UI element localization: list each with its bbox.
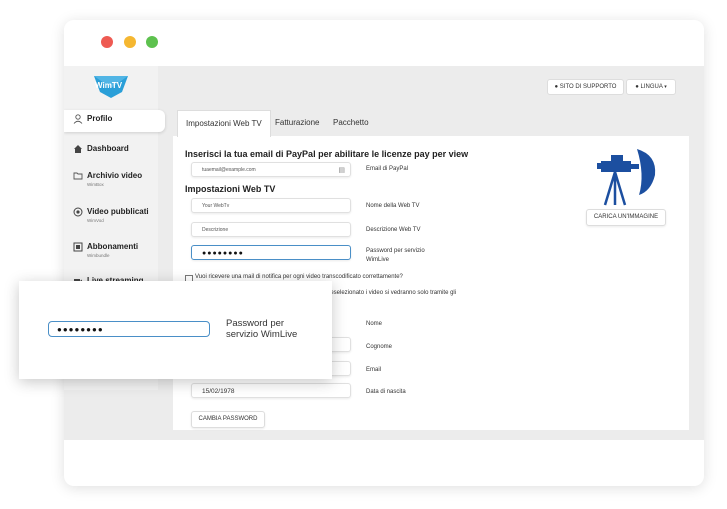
sidebar-item-sublabel: WimVod xyxy=(87,218,104,223)
tab-bar: Impostazioni Web TV Fatturazione Pacchet… xyxy=(173,110,689,137)
main-content: Impostazioni Web TV Fatturazione Pacchet… xyxy=(173,110,689,430)
sidebar-item-abbonamenti[interactable]: Abbonamenti Wimbundle xyxy=(64,238,158,266)
cognome-label: Cognome xyxy=(366,344,393,350)
email-label: Email xyxy=(366,367,382,373)
birth-date-label: Data di nascita xyxy=(366,389,406,395)
sidebar-item-dashboard[interactable]: Dashboard xyxy=(64,140,158,162)
sidebar-item-sublabel: Wimbundle xyxy=(87,253,110,258)
webtv-name-label: Nome della Web TV xyxy=(366,203,420,209)
callout-password-label: Password per servizio WimLive xyxy=(226,318,298,340)
language-button[interactable]: ● LINGUA ▾ xyxy=(626,79,676,95)
sidebar-item-label: Archivio video xyxy=(87,171,143,180)
support-site-label: SITO DI SUPPORTO xyxy=(559,84,617,90)
play-circle-icon xyxy=(73,207,83,217)
sidebar-item-archivio-video[interactable]: Archivio video WimBox xyxy=(64,167,158,195)
sidebar-item-sublabel: WimBox xyxy=(87,182,104,187)
home-icon xyxy=(74,145,82,153)
paypal-email-value: tuaemail@example.com xyxy=(202,167,256,173)
tab-impostazioni-web-tv[interactable]: Impostazioni Web TV xyxy=(177,110,271,137)
camera-tripod-image xyxy=(597,149,656,206)
logo-text: WimTV xyxy=(95,81,123,90)
notify-checkbox-label: Vuoi ricevere una mail di notifica per o… xyxy=(195,274,403,280)
paypal-email-label: Email di PayPal xyxy=(366,166,409,172)
info-icon: ● xyxy=(554,84,559,90)
birth-date-input[interactable]: 15/02/1978 xyxy=(191,383,351,398)
nome-label: Nome xyxy=(366,321,383,327)
change-password-button[interactable]: CAMBIA PASSWORD xyxy=(191,411,265,428)
film-icon xyxy=(73,242,83,252)
caret-down-icon: ▾ xyxy=(664,84,667,90)
paypal-heading: Inserisci la tua email di PayPal per abi… xyxy=(185,149,469,159)
tab-pacchetto[interactable]: Pacchetto xyxy=(333,110,369,136)
wimlive-password-label-line2: WimLive xyxy=(366,257,390,263)
sidebar-item-label: Video pubblicati xyxy=(87,207,149,216)
webtv-name-input[interactable]: Your WebTv xyxy=(191,198,351,213)
globe-icon: ● xyxy=(635,84,639,90)
close-window-button[interactable] xyxy=(101,36,113,48)
wimlive-password-input[interactable]: ●●●●●●●● xyxy=(191,245,351,260)
tab-fatturazione[interactable]: Fatturazione xyxy=(275,110,319,136)
sidebar-item-video-pubblicati[interactable]: Video pubblicati WimVod xyxy=(64,203,158,231)
app-window: WimTV Profilo Dashboard Archivio video W… xyxy=(64,20,704,486)
sidebar-item-label: Abbonamenti xyxy=(87,242,139,251)
webtv-description-input[interactable]: Descrizione xyxy=(191,222,351,237)
support-site-button[interactable]: ● SITO DI SUPPORTO xyxy=(547,79,624,95)
user-icon xyxy=(73,114,83,124)
webtv-description-label: Descrizione Web TV xyxy=(366,227,421,233)
upload-image-button[interactable]: CARICA UN'IMMAGINE xyxy=(586,209,666,226)
app-area: WimTV Profilo Dashboard Archivio video W… xyxy=(64,66,704,440)
title-bar xyxy=(64,20,704,66)
callout-password-input[interactable]: ●●●●●●●● xyxy=(48,321,210,337)
contact-card-icon: ▤ xyxy=(338,167,345,174)
sidebar-item-label: Profilo xyxy=(87,114,113,123)
password-zoom-callout: ●●●●●●●● Password per servizio WimLive xyxy=(19,281,332,379)
paypal-email-input[interactable]: tuaemail@example.com ▤ xyxy=(191,162,351,177)
minimize-window-button[interactable] xyxy=(124,36,136,48)
public-option-text: se deselezionato i video si vedranno sol… xyxy=(319,290,457,296)
folder-icon xyxy=(73,172,83,180)
sidebar-item-profilo[interactable]: Profilo xyxy=(64,110,165,132)
language-label: LINGUA xyxy=(640,84,663,90)
webtv-heading: Impostazioni Web TV xyxy=(185,184,276,194)
wimlive-password-label-line1: Password per servizio xyxy=(366,248,425,254)
maximize-window-button[interactable] xyxy=(146,36,158,48)
sidebar-item-label: Dashboard xyxy=(87,144,129,153)
